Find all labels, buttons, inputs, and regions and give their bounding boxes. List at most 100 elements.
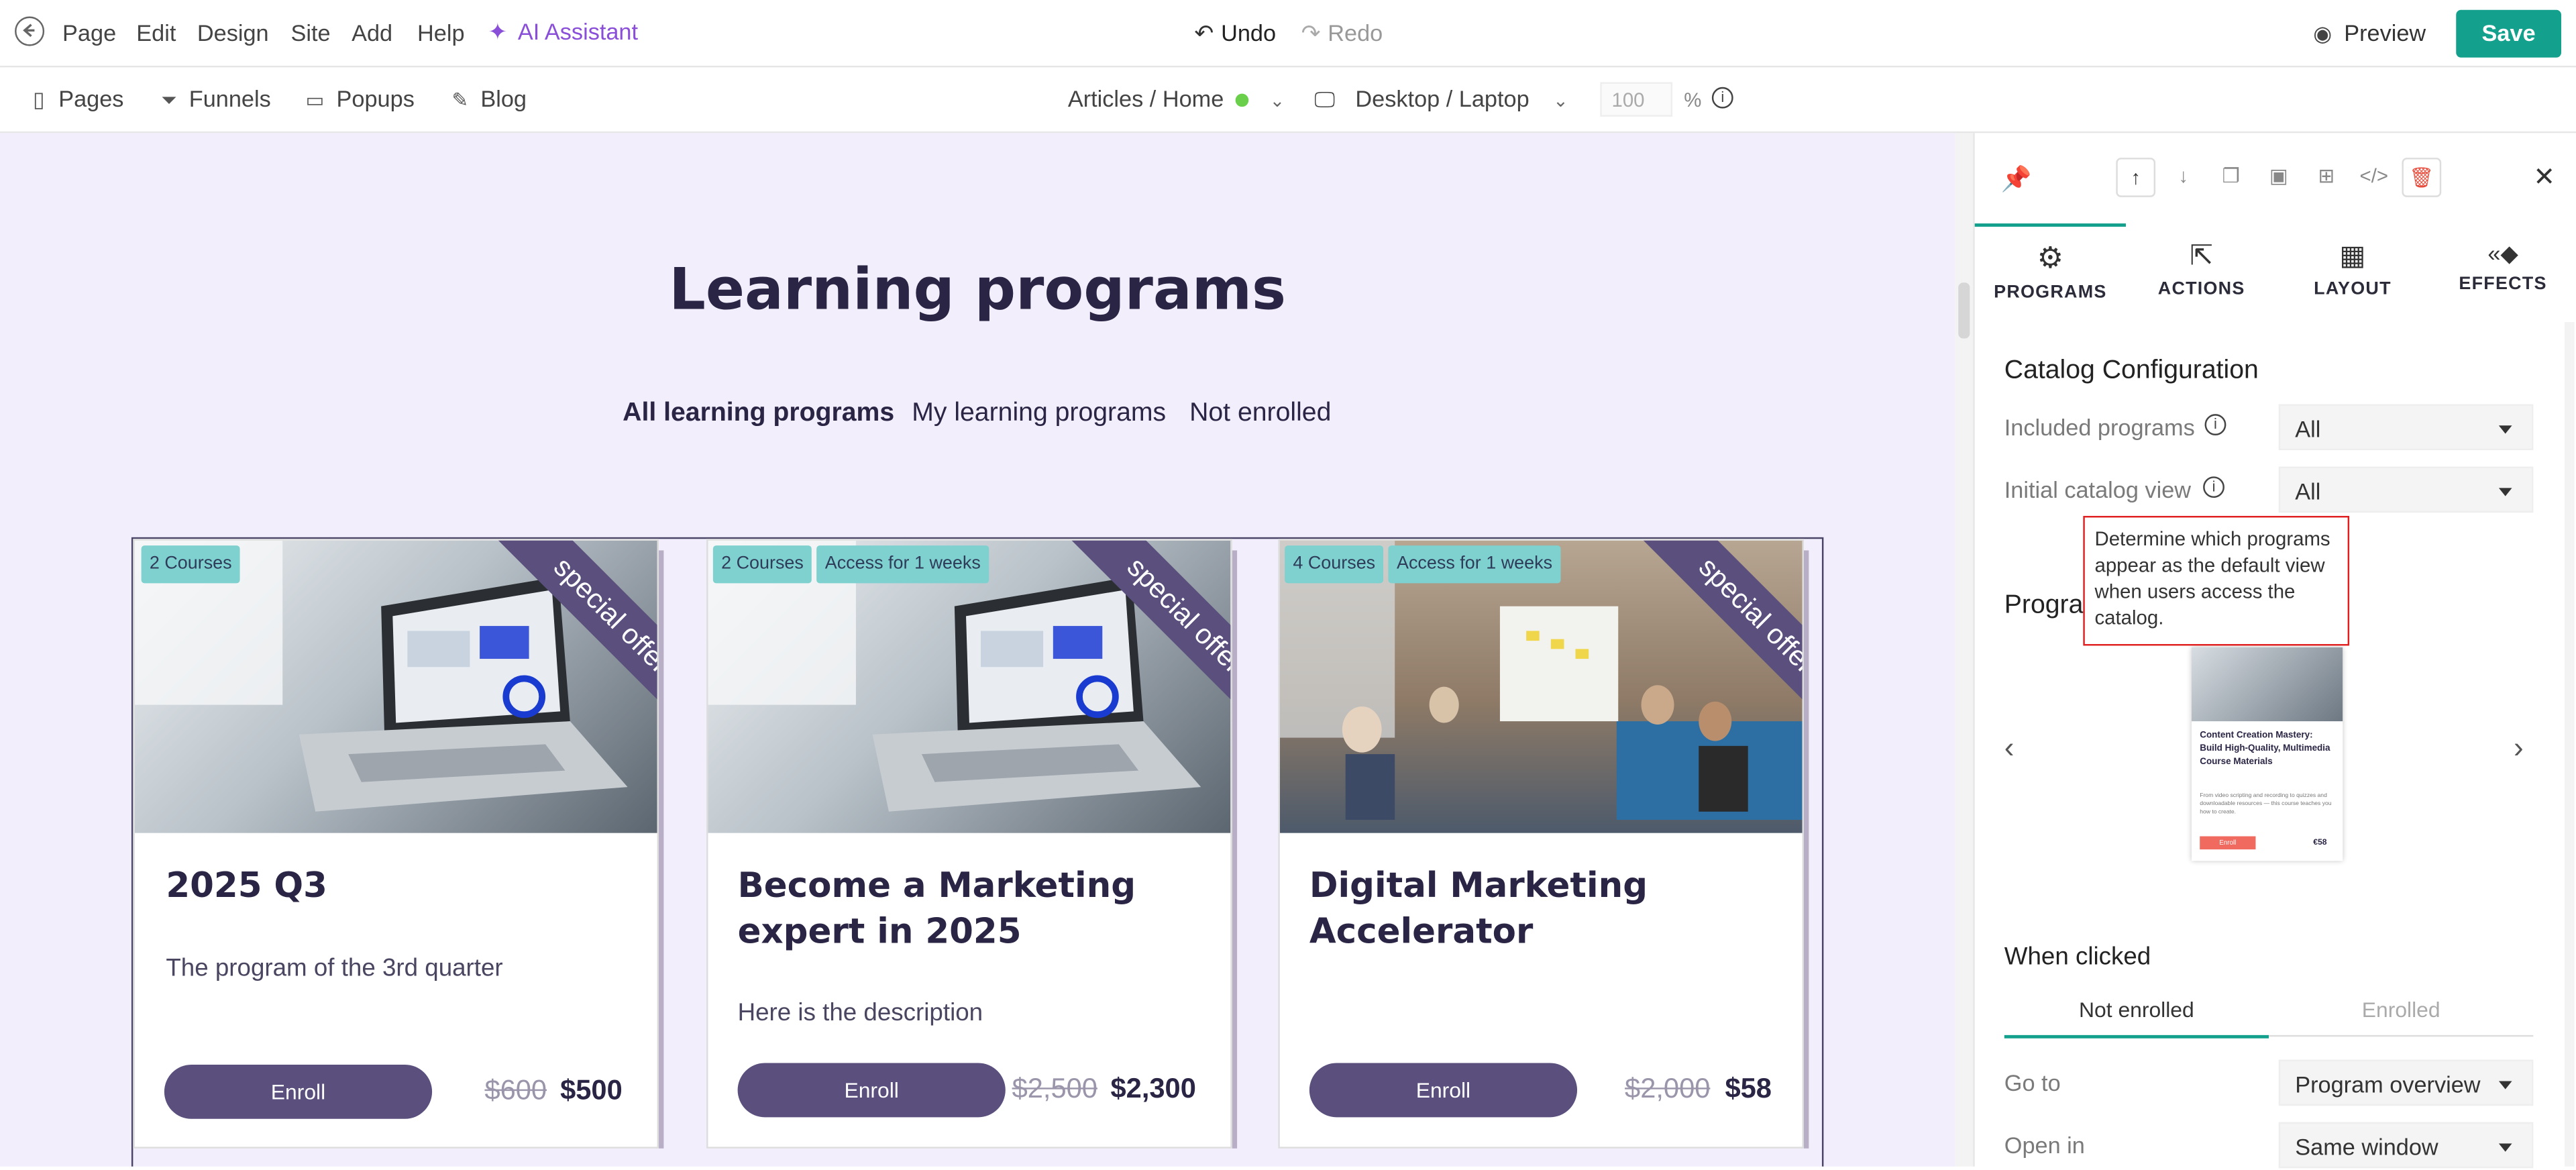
open-in-label: Open in bbox=[2004, 1132, 2085, 1159]
new-price: $2,300 bbox=[1110, 1073, 1196, 1104]
menu-help[interactable]: Help bbox=[417, 19, 465, 46]
tab-effects[interactable]: «◆ EFFECTS bbox=[2428, 223, 2576, 315]
menu-page[interactable]: Page bbox=[62, 19, 116, 46]
undo-label: Undo bbox=[1221, 19, 1277, 46]
tab-layout-label: LAYOUT bbox=[2314, 279, 2392, 299]
preview-button[interactable]: ◉ Preview bbox=[2313, 19, 2426, 49]
filter-all[interactable]: All learning programs bbox=[623, 399, 894, 429]
enroll-button[interactable]: Enroll bbox=[737, 1063, 1006, 1118]
page-selector-label: Articles / Home bbox=[1067, 85, 1224, 112]
program-card[interactable]: 2 Courses special offer 2025 Q3 The prog… bbox=[133, 539, 659, 1149]
initial-view-select[interactable]: All bbox=[2278, 466, 2534, 513]
program-thumbnail[interactable]: Content Creation Mastery: Build High-Qua… bbox=[2191, 647, 2343, 861]
when-clicked-tab-enrolled[interactable]: Enrolled bbox=[2269, 997, 2534, 1037]
enrolled-label: Enrolled bbox=[2361, 997, 2440, 1022]
effects-icon: «◆ bbox=[2487, 240, 2518, 266]
tooltip-text: Determine which programs appear as the d… bbox=[2094, 527, 2330, 629]
copy-icon[interactable]: ❐ bbox=[2211, 158, 2251, 197]
info-tooltip: Determine which programs appear as the d… bbox=[2083, 515, 2350, 646]
caret-down-icon bbox=[2498, 425, 2512, 434]
close-icon[interactable]: ✕ bbox=[2533, 161, 2555, 194]
new-price: $500 bbox=[560, 1074, 623, 1106]
programs-section-title: Progra bbox=[2004, 591, 2084, 620]
save-block-icon[interactable]: ⊞ bbox=[2306, 158, 2347, 197]
info-icon[interactable]: i bbox=[2204, 414, 2226, 435]
course-count-tag: 4 Courses bbox=[1285, 545, 1384, 584]
not-enrolled-label: Not enrolled bbox=[2079, 997, 2194, 1022]
program-description: Here is the description bbox=[737, 998, 983, 1027]
menu-site[interactable]: Site bbox=[290, 19, 330, 46]
ai-assistant-button[interactable]: ✦ AI Assistant bbox=[488, 18, 638, 48]
eye-icon: ◉ bbox=[2313, 21, 2332, 46]
popups-label: Popups bbox=[336, 85, 415, 112]
thumbnail-title: Content Creation Mastery: Build High-Qua… bbox=[2200, 731, 2330, 767]
zoom-input[interactable]: 100 bbox=[1600, 82, 1673, 117]
save-label: Save bbox=[2481, 19, 2536, 46]
duplicate-icon[interactable]: ▣ bbox=[2259, 158, 2299, 197]
program-title: Digital Marketing Accelerator bbox=[1309, 865, 1648, 951]
goto-select[interactable]: Program overview bbox=[2278, 1059, 2534, 1106]
blog-icon: ✎ bbox=[451, 89, 469, 112]
panel-scrollbar[interactable] bbox=[2564, 322, 2575, 1167]
menu-edit[interactable]: Edit bbox=[136, 19, 176, 46]
old-price: $2,500 bbox=[1012, 1073, 1097, 1104]
included-programs-label: Included programs bbox=[2004, 414, 2195, 441]
undo-icon: ↶ bbox=[1194, 19, 1214, 46]
tag-row: 4 Courses Access for 1 weeks bbox=[1285, 545, 1561, 584]
filter-not-enrolled[interactable]: Not enrolled bbox=[1189, 399, 1331, 429]
info-icon[interactable]: i bbox=[1711, 87, 1733, 109]
layout-icon: ▦ bbox=[2339, 240, 2366, 272]
device-selector[interactable]: 🖵 Desktop / Laptop ⌄ bbox=[1314, 85, 1568, 115]
top-menu-bar: Page Edit Design Site Add Help ✦ AI Assi… bbox=[0, 0, 2576, 68]
popup-icon: ▭ bbox=[305, 89, 325, 112]
course-count-tag: 2 Courses bbox=[141, 545, 240, 584]
code-icon[interactable]: </> bbox=[2354, 158, 2394, 197]
tab-actions[interactable]: ⇱ ACTIONS bbox=[2126, 223, 2277, 315]
chevron-down-icon: ⌄ bbox=[1553, 92, 1568, 112]
thumbnail-enroll-button: Enroll bbox=[2200, 836, 2256, 850]
tab-actions-label: ACTIONS bbox=[2157, 279, 2245, 299]
delete-icon[interactable]: 🗑 bbox=[2402, 158, 2442, 197]
next-arrow-icon[interactable]: › bbox=[2514, 731, 2524, 765]
caret-down-icon bbox=[2498, 1143, 2512, 1152]
canvas-scroll-thumb[interactable] bbox=[1958, 282, 1970, 339]
cursor-click-icon: ⇱ bbox=[2190, 240, 2214, 272]
pages-button[interactable]: ▯ Pages bbox=[33, 85, 123, 115]
open-in-select[interactable]: Same window bbox=[2278, 1122, 2534, 1169]
course-count-tag: 2 Courses bbox=[712, 545, 812, 584]
blog-button[interactable]: ✎ Blog bbox=[451, 85, 527, 115]
back-icon[interactable] bbox=[15, 16, 45, 46]
move-down-icon[interactable]: ↓ bbox=[2163, 158, 2204, 197]
filter-mine[interactable]: My learning programs bbox=[912, 399, 1166, 429]
move-up-icon[interactable]: ↑ bbox=[2116, 158, 2156, 197]
program-card[interactable]: 4 Courses Access for 1 weeks special off… bbox=[1278, 539, 1805, 1149]
undo-button[interactable]: ↶ Undo bbox=[1194, 19, 1276, 49]
open-in-value: Same window bbox=[2295, 1133, 2438, 1160]
ai-assistant-label: AI Assistant bbox=[517, 17, 639, 45]
save-button[interactable]: Save bbox=[2456, 9, 2561, 58]
preview-label: Preview bbox=[2344, 19, 2426, 46]
tab-layout[interactable]: ▦ LAYOUT bbox=[2277, 223, 2428, 315]
enroll-button[interactable]: Enroll bbox=[164, 1064, 433, 1119]
pages-label: Pages bbox=[58, 85, 124, 112]
when-clicked-title: When clicked bbox=[2004, 943, 2151, 971]
info-icon[interactable]: i bbox=[2203, 476, 2224, 498]
menu-design[interactable]: Design bbox=[197, 19, 269, 46]
page-selector[interactable]: Articles / Home ⌄ bbox=[1068, 85, 1285, 115]
enroll-button[interactable]: Enroll bbox=[1309, 1063, 1578, 1118]
when-clicked-tab-not-enrolled[interactable]: Not enrolled bbox=[2004, 998, 2269, 1039]
included-programs-select[interactable]: All bbox=[2278, 404, 2534, 451]
redo-label: Redo bbox=[1328, 19, 1383, 46]
prev-arrow-icon[interactable]: ‹ bbox=[2004, 731, 2015, 765]
redo-button[interactable]: ↷ Redo bbox=[1301, 19, 1383, 49]
page-icon: ▯ bbox=[32, 87, 45, 112]
menu-add[interactable]: Add bbox=[352, 19, 392, 46]
zoom-unit: % bbox=[1684, 89, 1702, 112]
page-canvas[interactable]: Learning programs All learning programs … bbox=[0, 133, 1955, 1167]
popups-button[interactable]: ▭ Popups bbox=[306, 85, 415, 115]
program-card[interactable]: 2 Courses Access for 1 weeks special off… bbox=[706, 539, 1232, 1149]
pin-icon[interactable]: 📌 bbox=[2001, 164, 2032, 194]
tab-programs[interactable]: ⚙ PROGRAMS bbox=[1974, 223, 2127, 315]
enroll-label: Enroll bbox=[1415, 1077, 1471, 1103]
funnels-button[interactable]: ⏷ Funnels bbox=[161, 85, 271, 115]
